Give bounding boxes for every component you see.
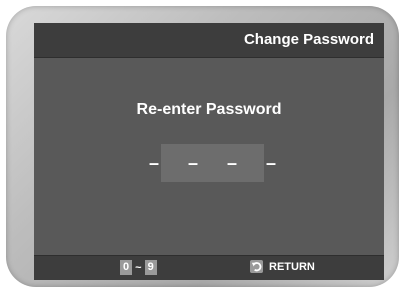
number-keys-hint: 0 ~ 9 [120, 260, 157, 275]
header-bar: Change Password [34, 23, 384, 58]
osd-screen: Change Password Re-enter Password – – – … [34, 23, 384, 280]
return-icon [250, 260, 263, 273]
page-title: Change Password [243, 31, 374, 48]
password-prompt: Re-enter Password [136, 101, 282, 118]
footer-bar: 0 ~ 9 RETURN [34, 255, 384, 280]
return-button[interactable]: RETURN [250, 260, 315, 273]
key-9-cap: 9 [144, 260, 157, 275]
password-input[interactable]: – – – – [149, 144, 276, 182]
key-0-cap: 0 [120, 260, 133, 275]
password-mask: – – – – [148, 152, 289, 173]
return-label: RETURN [269, 260, 315, 273]
key-range-separator: ~ [135, 261, 142, 274]
